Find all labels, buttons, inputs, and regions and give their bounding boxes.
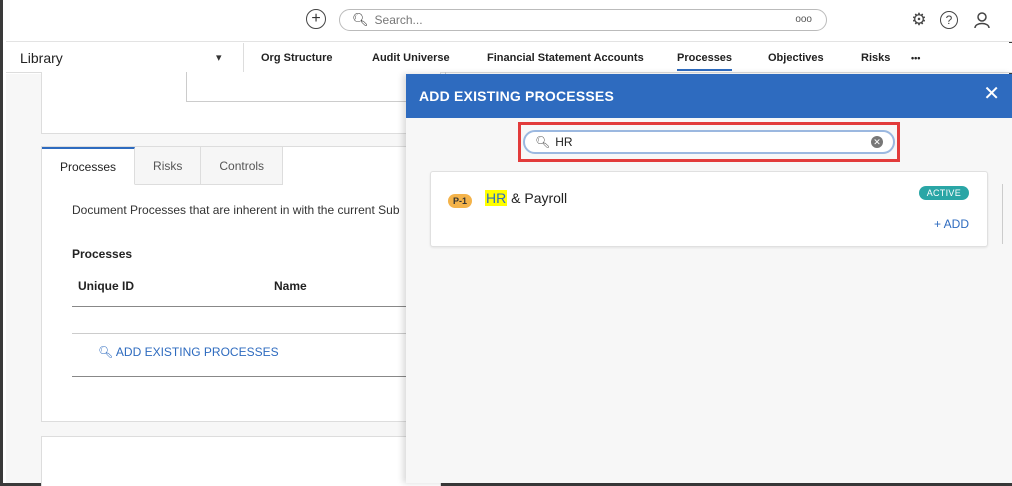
library-selector[interactable]: Library xyxy=(20,50,63,66)
add-icon[interactable]: + xyxy=(306,9,326,29)
bottom-card xyxy=(41,436,441,486)
process-name[interactable]: HR & Payroll xyxy=(485,190,567,206)
user-icon[interactable] xyxy=(972,10,992,30)
nav-audit-universe[interactable]: Audit Universe xyxy=(372,52,450,64)
match-highlight: HR xyxy=(485,190,508,206)
nav-risks[interactable]: Risks xyxy=(861,52,890,64)
main-content: Processes Risks Controls Document Proces… xyxy=(6,72,446,486)
section-title: Processes xyxy=(72,247,133,261)
top-bar: + 🔍︎ Search... ooo ⚙ ? xyxy=(6,0,1012,42)
gear-icon[interactable]: ⚙ xyxy=(909,10,929,30)
tab-processes[interactable]: Processes xyxy=(42,147,136,185)
chevron-down-icon[interactable]: ▾ xyxy=(216,51,222,64)
tab-risks[interactable]: Risks xyxy=(135,147,202,185)
search-more-icon[interactable]: ooo xyxy=(795,14,812,25)
add-existing-label: ADD EXISTING PROCESSES xyxy=(115,345,279,359)
tab-description: Document Processes that are inherent in … xyxy=(72,203,400,217)
nav-objectives[interactable]: Objectives xyxy=(768,52,824,64)
close-icon[interactable]: ✕ xyxy=(983,84,1000,104)
panel-header: ADD EXISTING PROCESSES ✕ xyxy=(406,74,1012,118)
nav-bar: Library ▾ Org Structure Audit Universe F… xyxy=(6,43,1012,73)
help-icon[interactable]: ? xyxy=(940,11,958,29)
nav-org-structure[interactable]: Org Structure xyxy=(261,52,333,64)
panel-title: ADD EXISTING PROCESSES xyxy=(419,88,614,104)
add-button[interactable]: + ADD xyxy=(934,217,969,231)
tab-controls[interactable]: Controls xyxy=(201,147,284,185)
table-divider xyxy=(72,376,442,377)
nav-more-icon[interactable]: ••• xyxy=(911,53,920,63)
tab-bar: Processes Risks Controls xyxy=(42,147,284,185)
table-divider xyxy=(72,333,442,334)
global-search[interactable]: 🔍︎ Search... ooo xyxy=(339,9,827,31)
table-divider xyxy=(72,306,442,307)
add-existing-processes-panel: ADD EXISTING PROCESSES ✕ 🔍︎ HR ✕ P-1 HR … xyxy=(406,74,1012,483)
search-icon: 🔍︎ xyxy=(352,12,369,27)
highlight-box xyxy=(518,122,900,162)
details-card xyxy=(41,72,446,134)
nav-processes[interactable]: Processes xyxy=(677,52,733,71)
process-name-rest: & Payroll xyxy=(507,190,568,206)
nav-financial-statement-accounts[interactable]: Financial Statement Accounts xyxy=(487,52,644,64)
search-placeholder: Search... xyxy=(374,13,423,27)
column-header-unique-id: Unique ID xyxy=(78,279,134,293)
search-icon: 🔍︎ xyxy=(98,345,116,359)
processes-card: Processes Risks Controls Document Proces… xyxy=(41,146,442,422)
scrollbar[interactable] xyxy=(1002,184,1012,244)
nav-divider xyxy=(243,43,244,73)
status-badge: ACTIVE xyxy=(918,186,969,200)
add-existing-processes-link[interactable]: 🔍︎ ADD EXISTING PROCESSES xyxy=(98,345,279,359)
list-item: P-1 HR & Payroll ACTIVE + ADD xyxy=(430,171,988,247)
column-header-name: Name xyxy=(274,279,307,293)
app-window: + 🔍︎ Search... ooo ⚙ ? Library ▾ Org Str… xyxy=(0,0,1012,486)
process-id-badge: P-1 xyxy=(448,194,473,208)
